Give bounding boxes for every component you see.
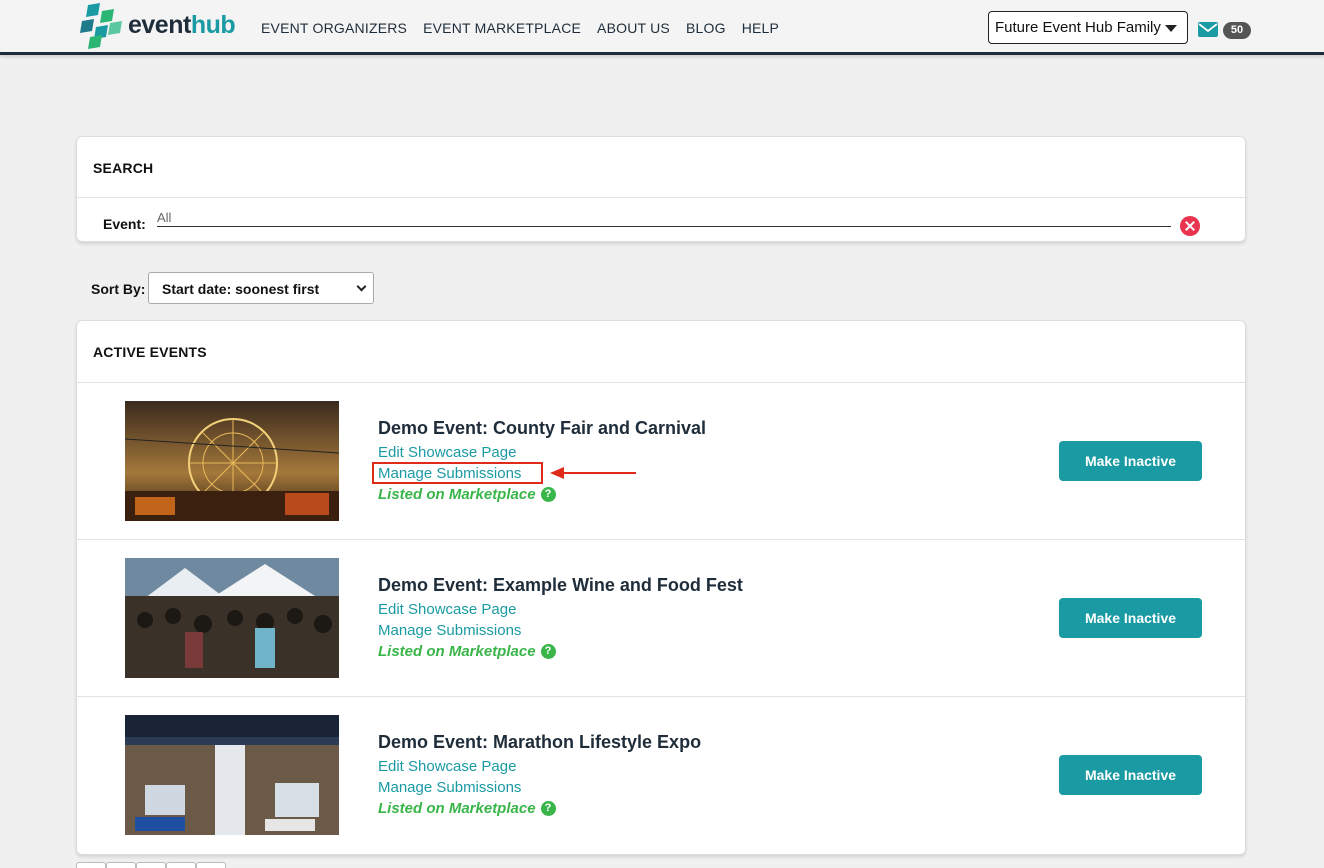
nav-help[interactable]: HELP (742, 20, 779, 36)
eventhub-logo-icon (80, 3, 122, 49)
logo-prefix: event (128, 10, 191, 39)
event-filter-input[interactable] (157, 209, 1171, 227)
nav-about-us[interactable]: ABOUT US (597, 20, 670, 36)
event-title: Demo Event: Marathon Lifestyle Expo (378, 732, 702, 752)
event-thumbnail[interactable] (125, 715, 339, 835)
event-row: Demo Event: Example Wine and Food Fest E… (77, 539, 1245, 696)
nav-event-organizers[interactable]: EVENT ORGANIZERS (261, 20, 407, 36)
logo-suffix: hub (190, 10, 236, 39)
nav-blog[interactable]: BLOG (686, 20, 726, 36)
event-title: Demo Event: Example Wine and Food Fest (378, 575, 743, 595)
main-nav: EVENT ORGANIZERS EVENT MARKETPLACE ABOUT… (261, 20, 779, 36)
expo-hall-image (125, 715, 339, 835)
clear-filter-icon[interactable] (1180, 216, 1200, 236)
marketplace-status: Listed on Marketplace ? (378, 800, 556, 817)
sort-select[interactable]: Start date: soonest first (148, 272, 374, 304)
active-events-panel: ACTIVE EVENTS Demo Event: County Fair an… (76, 320, 1246, 855)
marketplace-status-text: Listed on Marketplace (378, 643, 536, 660)
marketplace-status: Listed on Marketplace ? (378, 486, 556, 503)
event-filter-label: Event: (103, 216, 146, 232)
event-row: Demo Event: Marathon Lifestyle Expo Edit… (77, 696, 1245, 853)
page-button[interactable] (196, 862, 226, 868)
logo-wordmark: eventhub (128, 10, 236, 40)
event-row: Demo Event: County Fair and Carnival Edi… (77, 382, 1245, 539)
pagination (76, 862, 226, 868)
make-inactive-button[interactable]: Make Inactive (1059, 441, 1202, 481)
search-title: SEARCH (93, 160, 154, 176)
page-button[interactable] (136, 862, 166, 868)
page-button[interactable] (76, 862, 106, 868)
edit-showcase-link[interactable]: Edit Showcase Page (378, 444, 516, 461)
divider (77, 197, 1245, 198)
annotation-arrow-icon (550, 467, 636, 479)
family-dropdown-value: Future Event Hub Family (995, 19, 1161, 36)
page-button[interactable] (106, 862, 136, 868)
event-thumbnail[interactable] (125, 558, 339, 678)
marketplace-status-text: Listed on Marketplace (378, 800, 536, 817)
manage-submissions-link[interactable]: Manage Submissions (378, 622, 521, 639)
message-count-badge[interactable]: 50 (1223, 22, 1251, 39)
make-inactive-button[interactable]: Make Inactive (1059, 598, 1202, 638)
help-question-icon[interactable]: ? (540, 644, 556, 659)
page-button[interactable] (166, 862, 196, 868)
sort-select-value: Start date: soonest first (162, 281, 320, 297)
help-question-icon[interactable]: ? (540, 801, 556, 816)
manage-submissions-link[interactable]: Manage Submissions (378, 779, 521, 796)
nav-event-marketplace[interactable]: EVENT MARKETPLACE (423, 20, 581, 36)
marketplace-status: Listed on Marketplace ? (378, 643, 556, 660)
sort-label: Sort By: (91, 281, 146, 297)
event-title: Demo Event: County Fair and Carnival (378, 418, 707, 438)
family-dropdown[interactable]: Future Event Hub Family (988, 11, 1188, 44)
annotation-highlight-box (372, 462, 543, 484)
ferris-wheel-image (125, 401, 339, 521)
food-fest-crowd-image (125, 558, 339, 678)
top-navbar: eventhub EVENT ORGANIZERS EVENT MARKETPL… (0, 0, 1324, 55)
search-panel: SEARCH Event: (76, 136, 1246, 242)
envelope-icon[interactable] (1198, 22, 1218, 37)
eventhub-logo[interactable]: eventhub (80, 0, 236, 50)
caret-down-icon (1165, 25, 1177, 32)
help-question-icon[interactable]: ? (540, 487, 556, 502)
active-events-title: ACTIVE EVENTS (93, 344, 207, 360)
event-thumbnail[interactable] (125, 401, 339, 521)
edit-showcase-link[interactable]: Edit Showcase Page (378, 601, 516, 618)
make-inactive-button[interactable]: Make Inactive (1059, 755, 1202, 795)
chevron-down-icon (356, 281, 367, 292)
marketplace-status-text: Listed on Marketplace (378, 486, 536, 503)
edit-showcase-link[interactable]: Edit Showcase Page (378, 758, 516, 775)
